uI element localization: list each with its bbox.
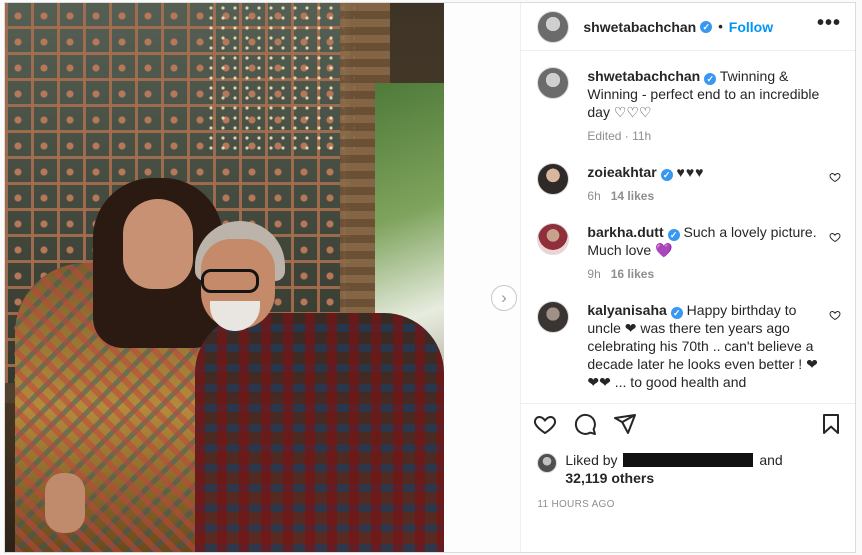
verified-badge-icon: ✓ [700, 20, 713, 33]
comment-time: 9h [587, 267, 601, 281]
next-photo-button[interactable]: › [491, 285, 517, 311]
chevron-right-icon: › [501, 288, 507, 307]
verified-badge-icon: ✓ [667, 229, 680, 241]
comment-username[interactable]: kalyanisaha [587, 302, 666, 318]
bookmark-icon [823, 413, 839, 434]
comment-username[interactable]: barkha.dutt [587, 224, 663, 240]
photo-man-kurta [195, 313, 444, 552]
owner-avatar[interactable] [537, 10, 570, 43]
redacted-username [623, 453, 754, 467]
liker-avatar[interactable] [537, 453, 558, 473]
verified-badge-icon: ✓ [704, 73, 717, 85]
comment-likes[interactable]: 16 likes [611, 267, 654, 281]
commenter-avatar[interactable] [537, 163, 570, 195]
follow-button[interactable]: Follow [729, 19, 773, 35]
header-separator: • [718, 19, 723, 34]
likes-text: Liked by and 32,119 others [565, 451, 782, 487]
save-button[interactable] [803, 409, 843, 439]
comment-body: zoieakhtar ✓ ♥♥♥ 6h 14 likes [587, 163, 841, 205]
likes-summary: Liked by and 32,119 others [521, 443, 855, 487]
comment-meta: 9h 16 likes [587, 265, 825, 283]
like-comment-heart-icon[interactable] [829, 309, 841, 321]
photo-man-glasses [201, 269, 259, 293]
caption-meta: Edited · 11h [587, 129, 652, 143]
caption-body: shwetabachchan ✓ Twinning & Winning - per… [587, 67, 841, 145]
caption-avatar[interactable] [537, 67, 570, 99]
post-header: shwetabachchan ✓ • Follow ••• [521, 3, 855, 51]
photo-woman-hand [45, 473, 85, 533]
comment-body: barkha.dutt ✓ Such a lovely picture. Much… [587, 223, 841, 283]
like-button[interactable] [533, 409, 573, 439]
post-actions [521, 403, 855, 443]
comment-text: ♥♥♥ [676, 164, 705, 180]
comment-icon [575, 413, 597, 435]
caption-username[interactable]: shwetabachchan [587, 68, 700, 84]
comment-time: 6h [587, 189, 601, 203]
comment-body: kalyanisaha ✓ Happy birthday to uncle ❤ w… [587, 301, 841, 391]
comment-row: zoieakhtar ✓ ♥♥♥ 6h 14 likes [537, 163, 841, 205]
likes-and-label: and [759, 452, 783, 468]
commenter-avatar[interactable] [537, 223, 570, 255]
post-side-panel: shwetabachchan ✓ • Follow ••• shwetabach… [520, 3, 855, 552]
more-options-icon[interactable]: ••• [817, 13, 841, 36]
photo-string-lights [205, 3, 355, 153]
heart-icon [534, 415, 557, 434]
post-timestamp[interactable]: 11 HOURS AGO [521, 487, 855, 510]
paper-plane-icon [614, 413, 637, 434]
post-photo-panel: › [5, 3, 521, 552]
comments-list[interactable]: shwetabachchan ✓ Twinning & Winning - per… [521, 51, 855, 403]
commenter-avatar[interactable] [537, 301, 570, 333]
comment-row: kalyanisaha ✓ Happy birthday to uncle ❤ w… [537, 301, 841, 391]
liked-by-label: Liked by [565, 452, 618, 468]
verified-badge-icon: ✓ [670, 307, 683, 319]
comment-likes[interactable]: 14 likes [611, 189, 654, 203]
like-comment-heart-icon[interactable] [829, 231, 841, 243]
comment-meta: 6h 14 likes [587, 187, 825, 205]
caption: shwetabachchan ✓ Twinning & Winning - per… [537, 67, 841, 145]
verified-badge-icon: ✓ [660, 169, 673, 181]
comment-username[interactable]: zoieakhtar [587, 164, 656, 180]
like-comment-heart-icon[interactable] [829, 171, 841, 183]
owner-username[interactable]: shwetabachchan [583, 19, 696, 35]
share-button[interactable] [613, 409, 653, 439]
instagram-post: › shwetabachchan ✓ • Follow ••• shwetaba… [4, 2, 856, 553]
comment-button[interactable] [573, 409, 613, 439]
comment-row: barkha.dutt ✓ Such a lovely picture. Much… [537, 223, 841, 283]
photo-woman-face [123, 199, 193, 289]
post-photo [5, 3, 444, 552]
likes-count[interactable]: 32,119 others [565, 470, 654, 486]
